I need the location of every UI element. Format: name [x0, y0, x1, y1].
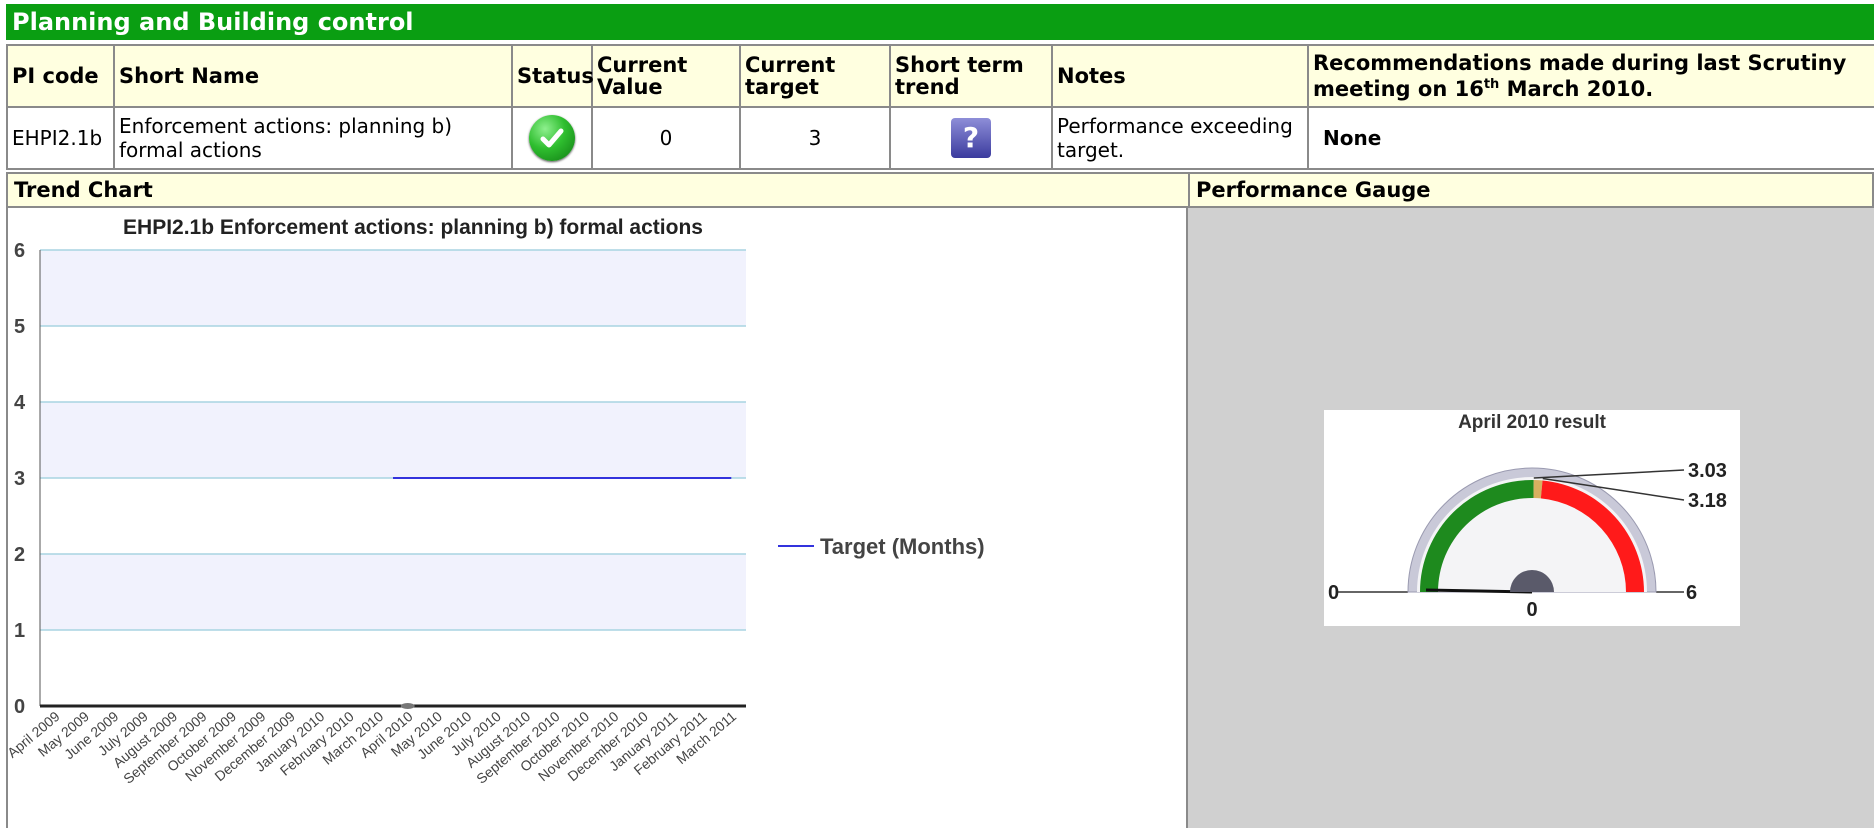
y-tick-label: 2	[14, 544, 25, 566]
gauge-band-edge-1-label: 3.03	[1688, 460, 1727, 482]
y-tick-label: 4	[14, 392, 26, 414]
trend-chart: EHPI2.1b Enforcement actions: planning b…	[4, 216, 985, 787]
recommendations-header-sup: th	[1483, 77, 1500, 92]
col-short-name: Short Name	[113, 44, 513, 108]
cell-short-name: Enforcement actions: planning b) formal …	[113, 106, 513, 170]
gauge-chart: April 2010 result 0 6 0 3.03 3.18	[1328, 412, 1727, 621]
col-current-value: Current Value	[591, 44, 741, 108]
col-pi-code: PI code	[6, 44, 115, 108]
gauge-value-label: 0	[1526, 599, 1537, 621]
gauge-title: April 2010 result	[1458, 412, 1607, 433]
cell-notes: Performance exceeding target.	[1051, 106, 1309, 170]
table-header-row: PI code Short Name Status Current Value …	[6, 44, 1874, 108]
page: Planning and Building control PI code Sh…	[4, 4, 1874, 828]
y-tick-label: 0	[14, 696, 25, 718]
grid-band	[40, 402, 746, 478]
cell-status	[511, 106, 593, 170]
gauge-max-label: 6	[1686, 582, 1697, 604]
col-short-term-trend: Short term trend	[889, 44, 1053, 108]
table-row: EHPI2.1b Enforcement actions: planning b…	[6, 106, 1874, 170]
cell-current-value: 0	[591, 106, 741, 170]
y-tick-label: 6	[14, 240, 25, 262]
performance-gauge-heading: Performance Gauge	[1188, 172, 1874, 208]
page-title: Planning and Building control	[6, 4, 1874, 40]
question-icon: ?	[951, 118, 991, 158]
cell-short-term-trend: ?	[889, 106, 1053, 170]
grid-band	[40, 250, 746, 326]
col-current-target: Current target	[739, 44, 891, 108]
data-point	[400, 703, 415, 709]
gauge-min-label: 0	[1328, 582, 1339, 604]
trend-chart-heading: Trend Chart	[6, 172, 1190, 208]
legend-label: Target (Months)	[820, 534, 985, 559]
cell-pi-code: EHPI2.1b	[6, 106, 115, 170]
grid-band	[40, 554, 746, 630]
cell-recommendations: None	[1307, 106, 1874, 170]
y-tick-label: 5	[14, 316, 25, 338]
recommendations-header-suffix: March 2010.	[1499, 77, 1654, 101]
y-tick-label: 1	[14, 620, 25, 642]
col-recommendations: Recommendations made during last Scrutin…	[1307, 44, 1874, 108]
col-status: Status	[511, 44, 594, 108]
performance-gauge-panel: April 2010 result 0 6 0 3.03 3.18	[1188, 208, 1874, 828]
y-tick-label: 3	[14, 468, 25, 490]
gauge-box: April 2010 result 0 6 0 3.03 3.18	[1324, 410, 1740, 626]
cell-current-target: 3	[739, 106, 891, 170]
trend-chart-panel: EHPI2.1b Enforcement actions: planning b…	[4, 208, 1188, 828]
gauge-band-edge-2-label: 3.18	[1688, 490, 1727, 512]
chart-title: EHPI2.1b Enforcement actions: planning b…	[123, 216, 703, 239]
check-icon	[529, 115, 575, 161]
col-notes: Notes	[1051, 44, 1309, 108]
pi-table: PI code Short Name Status Current Value …	[6, 44, 1874, 170]
